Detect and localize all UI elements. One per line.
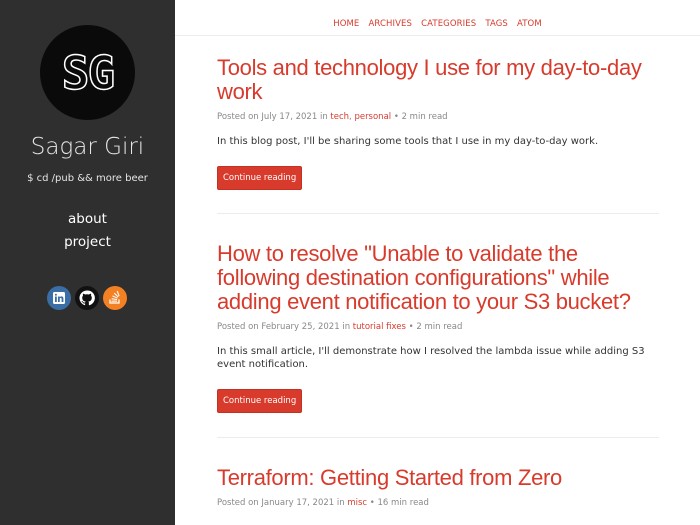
- main-content: HOME ARCHIVES CATEGORIES TAGS ATOM Tools…: [175, 0, 700, 525]
- post-date: January 17, 2021: [261, 498, 335, 508]
- post-title[interactable]: Tools and technology I use for my day-to…: [217, 56, 659, 104]
- topnav-categories[interactable]: CATEGORIES: [421, 19, 476, 29]
- sidebar: SG Sagar Giri $ cd /pub && more beer abo…: [0, 0, 175, 525]
- read-time: • 2 min read: [393, 112, 448, 122]
- linkedin-link[interactable]: [47, 286, 71, 310]
- top-nav: HOME ARCHIVES CATEGORIES TAGS ATOM: [175, 0, 700, 36]
- topnav-tags[interactable]: TAGS: [485, 19, 508, 29]
- category-link[interactable]: personal: [354, 112, 391, 122]
- read-time: • 2 min read: [408, 322, 463, 332]
- linkedin-icon: [53, 292, 65, 304]
- posted-label: Posted on: [217, 498, 259, 508]
- social-links: [47, 286, 127, 310]
- category-link[interactable]: misc: [347, 498, 367, 508]
- in-label: in: [319, 112, 328, 122]
- read-time: • 16 min read: [369, 498, 429, 508]
- github-link[interactable]: [75, 286, 99, 310]
- post-card: Terraform: Getting Started from Zero Pos…: [217, 466, 659, 509]
- topnav-archives[interactable]: ARCHIVES: [369, 19, 413, 29]
- in-label: in: [342, 322, 351, 332]
- logo-text: SG: [61, 45, 116, 101]
- site-logo[interactable]: SG: [40, 25, 135, 120]
- sidebar-nav: about project: [0, 208, 175, 254]
- post-meta: Posted on July 17, 2021 in tech, persona…: [217, 112, 448, 122]
- post-date: July 17, 2021: [261, 112, 318, 122]
- post-divider: [217, 437, 659, 438]
- site-tagline: $ cd /pub && more beer: [27, 173, 148, 184]
- posted-label: Posted on: [217, 112, 259, 122]
- stackoverflow-link[interactable]: [103, 286, 127, 310]
- continue-reading-button[interactable]: Continue reading: [217, 166, 303, 190]
- post-title[interactable]: Terraform: Getting Started from Zero: [217, 466, 659, 490]
- stackoverflow-icon: [109, 291, 120, 304]
- post-card: How to resolve "Unable to validate the f…: [217, 242, 659, 413]
- github-icon: [79, 290, 95, 306]
- post-excerpt: In this small article, I'll demonstrate …: [217, 346, 645, 370]
- post-divider: [217, 213, 659, 214]
- site-name[interactable]: Sagar Giri: [0, 134, 175, 160]
- post-excerpt: In this blog post, I'll be sharing some …: [217, 136, 599, 147]
- post-card: Tools and technology I use for my day-to…: [217, 56, 659, 190]
- category-link[interactable]: tutorial fixes: [353, 322, 406, 332]
- sidebar-link-project[interactable]: project: [0, 231, 175, 254]
- continue-reading-button[interactable]: Continue reading: [217, 389, 303, 413]
- topnav-atom[interactable]: ATOM: [517, 19, 542, 29]
- post-date: February 25, 2021: [261, 322, 340, 332]
- posted-label: Posted on: [217, 322, 259, 332]
- sidebar-link-about[interactable]: about: [0, 208, 175, 231]
- post-meta: Posted on January 17, 2021 in misc • 16 …: [217, 498, 659, 508]
- post-title[interactable]: How to resolve "Unable to validate the f…: [217, 242, 659, 314]
- in-label: in: [336, 498, 345, 508]
- category-link[interactable]: tech: [330, 112, 349, 122]
- post-meta: Posted on February 25, 2021 in tutorial …: [217, 322, 659, 332]
- topnav-home[interactable]: HOME: [333, 19, 359, 29]
